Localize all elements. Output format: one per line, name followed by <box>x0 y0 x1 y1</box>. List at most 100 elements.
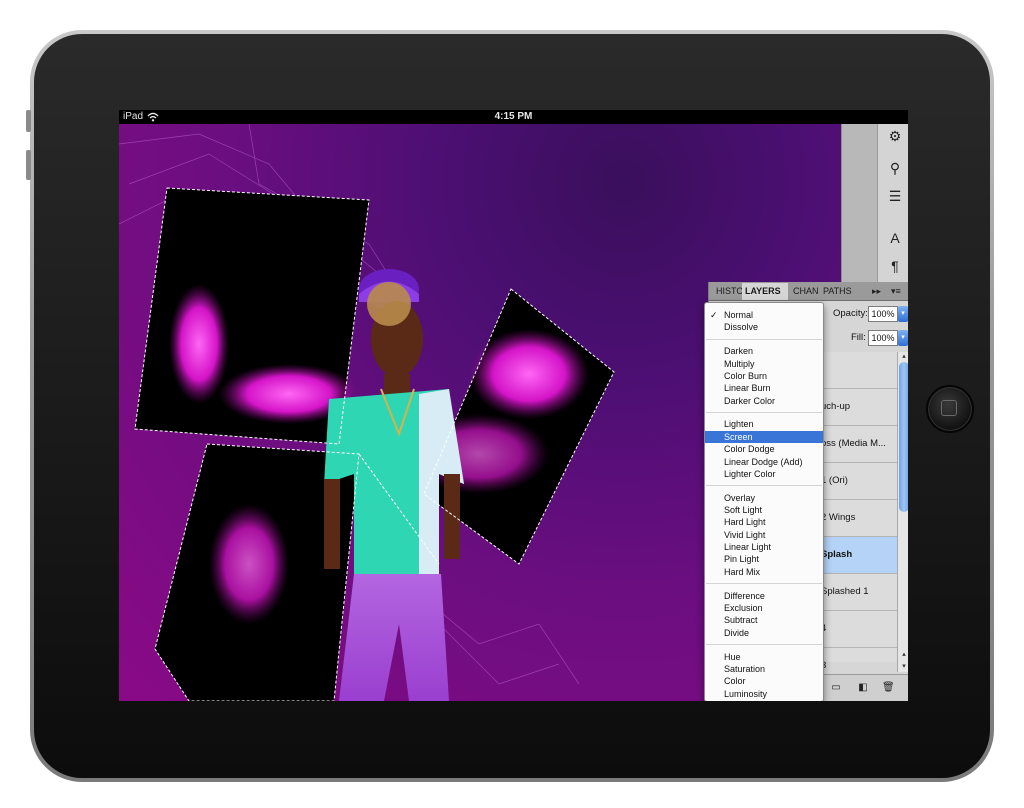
scroll-down-icon[interactable]: ▾ <box>899 662 908 672</box>
blend-mode-option[interactable]: Lighten <box>705 418 823 430</box>
blend-mode-label: Hard Light <box>724 517 766 528</box>
tools-panel: ⚙ ⚲ ☰ A ¶ <box>841 124 908 284</box>
tab-paths[interactable]: PATHS <box>820 283 860 300</box>
blend-mode-label: Subtract <box>724 615 758 626</box>
menu-separator <box>706 411 822 413</box>
blend-mode-label: Linear Burn <box>724 383 771 394</box>
blend-mode-label: Lighten <box>724 419 754 430</box>
clone-source-icon[interactable]: ⚲ <box>887 160 903 176</box>
blend-mode-option[interactable]: Lighter Color <box>705 468 823 480</box>
blend-mode-label: Exclusion <box>724 603 763 613</box>
blend-mode-label: Darken <box>724 346 754 357</box>
layer-scrollbar[interactable]: ▴ ▴ ▾ <box>897 352 908 672</box>
layer-name: Splashed 1 <box>821 586 869 597</box>
blend-mode-label: Dissolve <box>724 322 759 333</box>
blend-mode-option[interactable]: Hue <box>705 651 823 663</box>
menu-separator <box>706 583 822 585</box>
panel-expand-icon[interactable]: ▸▸ <box>872 283 881 300</box>
blend-mode-option[interactable]: Color Burn <box>705 370 823 382</box>
blend-mode-option[interactable]: Hard Mix <box>705 566 823 578</box>
blend-mode-label: Lighter Color <box>724 468 776 479</box>
blend-mode-label: Saturation <box>724 663 766 674</box>
blend-mode-label: Difference <box>724 590 765 601</box>
paragraph-icon[interactable]: ¶ <box>887 258 903 274</box>
blend-mode-option[interactable]: Overlay <box>705 492 823 504</box>
blend-mode-option[interactable]: Screen <box>705 430 823 443</box>
blend-mode-label: Vivid Light <box>724 529 766 540</box>
character-icon[interactable]: A <box>887 230 903 246</box>
panel-tab-bar: HISTO LAYERS CHAN PATHS ▸▸ ▾≡ <box>709 282 908 301</box>
scroll-up-icon[interactable]: ▴ <box>899 352 908 362</box>
blend-mode-option[interactable]: Multiply <box>705 358 823 370</box>
adjustments-icon[interactable]: ⚙ <box>887 128 903 144</box>
checkmark-icon: ✓ <box>710 310 718 320</box>
fill-dropdown-icon[interactable]: ▾ <box>898 330 908 346</box>
ipad-screen: iPad 4:15 PM ⚙ ⚲ ☰ A ¶ HISTO LAYERS CHAN… <box>119 110 908 701</box>
blend-mode-label: Hue <box>724 651 741 662</box>
blend-mode-option[interactable]: Luminosity <box>705 688 823 700</box>
blend-mode-label: Hard Mix <box>724 566 761 577</box>
blend-mode-label: Divide <box>724 627 750 638</box>
blend-mode-option[interactable]: Difference <box>705 590 823 602</box>
mute-switch <box>26 110 31 132</box>
blend-mode-label: Color <box>724 676 746 687</box>
fill-label: Fill: <box>851 332 866 343</box>
blend-mode-option[interactable]: Darker Color <box>705 395 823 407</box>
blend-mode-option[interactable]: Color <box>705 675 823 687</box>
blend-mode-option[interactable]: ✓ Normal <box>705 309 823 321</box>
scroll-thumb[interactable] <box>899 362 908 512</box>
blend-mode-label: Multiply <box>724 358 755 369</box>
volume-button <box>26 150 31 180</box>
layer-name: Splash <box>821 549 853 560</box>
blend-mode-option[interactable]: Darken <box>705 345 823 357</box>
menu-separator <box>706 644 822 646</box>
blend-mode-label: Luminosity <box>724 688 768 699</box>
blend-mode-option[interactable]: Linear Dodge (Add) <box>705 456 823 468</box>
opacity-dropdown-icon[interactable]: ▾ <box>898 306 908 322</box>
blend-mode-option[interactable]: Exclusion <box>705 602 823 614</box>
layer-name: 2 Wings <box>821 512 856 523</box>
tab-layers[interactable]: LAYERS <box>742 283 788 300</box>
trash-icon[interactable]: 🗑 <box>882 682 895 694</box>
magenta-splash <box>469 329 589 419</box>
blend-mode-label: Color Burn <box>724 370 768 381</box>
tab-history[interactable]: HISTO <box>713 283 745 300</box>
blend-mode-label: Color Dodge <box>724 444 775 455</box>
blend-mode-label: Overlay <box>724 492 756 503</box>
tool-presets-icon[interactable]: ☰ <box>887 188 903 204</box>
magenta-splash <box>169 284 229 404</box>
blend-mode-menu: ✓ Normal Dissolve Darken Multiply Color Burn L… <box>704 302 824 701</box>
blend-mode-label: Screen <box>724 431 753 442</box>
blend-mode-option[interactable]: Pin Light <box>705 553 823 565</box>
new-layer-icon[interactable]: ◧ <box>857 682 869 694</box>
blend-mode-option[interactable]: Linear Light <box>705 541 823 553</box>
new-group-icon[interactable]: ▭ <box>830 682 842 694</box>
blend-mode-label: Linear Light <box>724 542 772 553</box>
blend-mode-option[interactable]: Linear Burn <box>705 382 823 394</box>
menu-separator <box>706 338 822 340</box>
blend-mode-option[interactable]: Hard Light <box>705 516 823 528</box>
blend-mode-label: Darker Color <box>724 395 776 406</box>
blend-mode-option[interactable]: Vivid Light <box>705 529 823 541</box>
status-time: 4:15 PM <box>494 111 533 122</box>
menu-separator <box>706 485 822 487</box>
blend-mode-label: Pin Light <box>724 554 760 565</box>
home-button[interactable] <box>926 385 974 433</box>
blend-mode-label: Normal <box>724 310 754 320</box>
layer-name: uch-up <box>821 401 851 412</box>
blend-mode-option[interactable]: Divide <box>705 627 823 639</box>
scroll-up-icon[interactable]: ▴ <box>899 650 908 660</box>
blend-mode-option[interactable]: Dissolve <box>705 321 823 333</box>
tab-channels[interactable]: CHAN <box>790 283 822 300</box>
opacity-input[interactable]: 100% <box>868 306 898 322</box>
magenta-splash <box>209 504 289 624</box>
blend-mode-option[interactable]: Saturation <box>705 663 823 675</box>
fill-input[interactable]: 100% <box>868 330 898 346</box>
blend-mode-option[interactable]: Soft Light <box>705 504 823 516</box>
status-bar: iPad 4:15 PM <box>119 110 908 124</box>
blend-mode-label: Linear Dodge (Add) <box>724 456 803 467</box>
panel-menu-icon[interactable]: ▾≡ <box>891 283 901 300</box>
blend-mode-option[interactable]: Color Dodge <box>705 443 823 455</box>
blend-mode-option[interactable]: Subtract <box>705 614 823 626</box>
layer-name: 1 (Ori) <box>821 475 848 486</box>
